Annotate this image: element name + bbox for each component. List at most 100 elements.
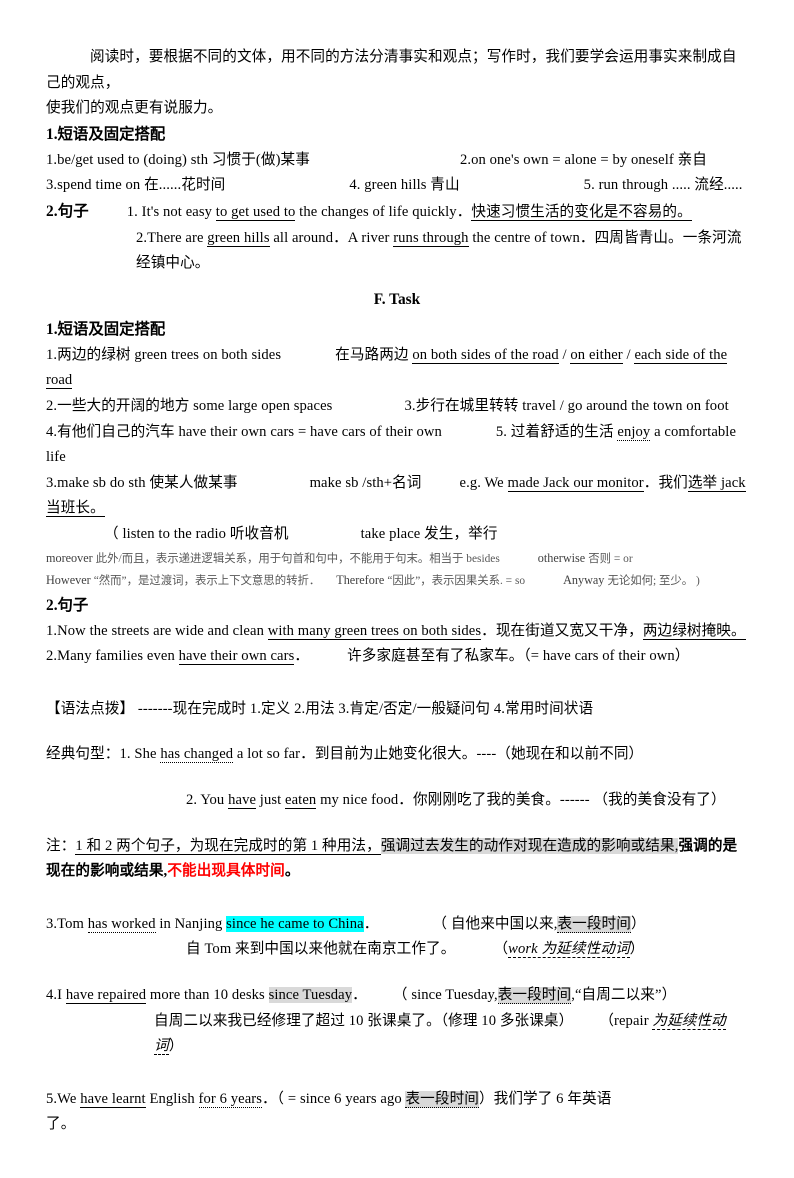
grammar-example-4: 4.I have repaired more than 10 desks sin… (46, 983, 748, 1009)
intro-line-1: 阅读时，要根据不同的文体，用不同的方法分清事实和观点；写作时，我们要学会运用事实… (46, 49, 737, 91)
task-phrases-heading: 1.短语及固定搭配 (46, 320, 166, 338)
grammar-ex1-pre: She (134, 746, 161, 763)
sentence-1-cn: 快速习惯生活的变化是不容易的。 (471, 203, 692, 221)
task-sentence-2-cn: 许多家庭甚至有了私家车。（= have cars of their own） (347, 648, 690, 665)
sentence-2-num: 2. (136, 229, 148, 246)
grammar-example-3-cn: 自 Tom 来到中国以来他就在南京工作了。 （work 为延续性动词） (186, 937, 748, 963)
task-line-4-c: e.g. We (459, 474, 508, 491)
ex5-u1: have learnt (80, 1090, 146, 1108)
task-sentence-1-pre: 1.Now the streets are wide and clean (46, 622, 268, 639)
section-a-sentence-2: 2.There are green hills all around．A riv… (136, 226, 748, 277)
ex4-post: ． (352, 987, 367, 1004)
connective-therefore: Therefore (336, 573, 388, 588)
section-a-phrase-row-1: 1.be/get used to (doing) sth 习惯于(做)某事 2.o… (46, 148, 748, 174)
note-highlight: 强调过去发生的动作对现在造成的影响或结果, (380, 837, 679, 854)
ex3-num: 3.Tom (46, 915, 88, 932)
task-line-1: 1.两边的绿树 green trees on both sides 在马路两边 o… (46, 343, 748, 394)
task-sentence-2-post: ． (294, 648, 310, 665)
connective-moreover-cn: 此外/而且，表示递进逻辑关系，用于句首和句中，不能用于句末。相当于 beside… (95, 552, 500, 565)
connective-however-cn: “然而”，是过渡词，表示上下文意思的转折． (93, 575, 321, 588)
ex3-cn-paren-open: （ (493, 941, 509, 958)
grammar-example-4-cn: 自周二以来我已经修理了超过 10 张课桌了。（修理 10 多张课桌） （repai… (154, 1009, 748, 1060)
task-line-2-right: 3.步行在城里转转 travel / go around the town on… (404, 397, 729, 414)
grammar-ex1-post: a lot so far．到目前为止她变化很大。----（她现在和以前不同） (233, 746, 644, 763)
grammar-ex1-u1: has changed (160, 746, 234, 764)
task-sentence-1: 1.Now the streets are wide and clean wit… (46, 619, 748, 645)
sentence-1-pre: It's not easy (141, 203, 216, 220)
sentence-2-pre: There are (147, 229, 208, 246)
task-line-3-left: 4.有他们自己的汽车 have their own cars = have ca… (46, 423, 442, 440)
intro-line-2: 使我们的观点更有说服力。 (46, 100, 223, 117)
ex3-paren-open: （ 自他来中国以来, (432, 915, 558, 932)
ex3-cn-italic: work 为延续性动词 (508, 941, 630, 959)
ex5-post: ．（ = since 6 years ago (262, 1090, 406, 1107)
grammar-ex1-num: 1. (119, 746, 135, 763)
section-a-heading: 1.短语及固定搭配 (46, 125, 166, 143)
ex3-paren-close: ） (630, 915, 646, 932)
task-sentence-1-u2: 两边绿树掩映。 (642, 622, 746, 640)
phrase-1-left: 1.be/get used to (doing) sth 习惯于(做)某事 (46, 151, 310, 168)
sentence-1-underline: to get used to (215, 203, 296, 221)
grammar-example-3: 3.Tom has worked in Nanjing since he cam… (46, 912, 748, 938)
ex4-paren-mid: ,“自周二以来 (571, 987, 655, 1004)
task-line-2-left: 2.一些大的开阔的地方 some large open spaces (46, 397, 333, 414)
connective-moreover: moreover (46, 550, 96, 565)
connective-however: However (46, 573, 94, 588)
ex3-gray-highlight: 表一段时间 (557, 915, 631, 933)
grammar-header: 【语法点拨】 -------现在完成时 1.定义 2.用法 3.肯定/否定/一般… (46, 700, 594, 717)
grammar-example-5: 5.We have learnt English for 6 years．（ =… (46, 1087, 748, 1113)
ex5-paren-close: ）我们学了 6 年英语 (478, 1090, 612, 1107)
section-a-sentences-heading: 2.句子 (46, 202, 89, 220)
document-page: 阅读时，要根据不同的文体，用不同的方法分清事实和观点；写作时，我们要学会运用事实… (0, 0, 794, 1178)
ex4-u1: have repaired (65, 987, 147, 1005)
task-sentence-2: 2.Many families even have their own cars… (46, 644, 748, 670)
sentence-2-underline-2: runs through (393, 229, 469, 247)
task-line-1-u1: on both sides of the road (412, 346, 559, 364)
sentence-1-num: 1. (126, 203, 142, 220)
task-line-1-cn: 1.两边的绿树 green trees on both sides (46, 346, 282, 363)
ex5-u2: for 6 years (198, 1090, 263, 1108)
ex4-gray-highlight-1: since Tuesday (268, 987, 353, 1004)
ex3-cyan-highlight: since he came to China (226, 915, 364, 932)
ex4-mid: more than 10 desks (146, 987, 269, 1004)
classic-sentence-label: 经典句型： (46, 746, 120, 763)
connective-otherwise: otherwise (537, 550, 589, 565)
grammar-ex2-post: my nice food．你刚刚吃了我的美食。------ （我的美食没有了） (316, 792, 726, 809)
ex5-num: 5.We (46, 1090, 81, 1107)
grammar-ex2-mid: just (256, 792, 286, 809)
ex3-cn-line: 自 Tom 来到中国以来他就在南京工作了。 (186, 941, 456, 958)
grammar-ex2-u1: have (228, 792, 257, 810)
ex5-gray-highlight: 表一段时间 (405, 1090, 479, 1108)
task-line-1-sep1: / (558, 346, 571, 363)
task-line-3: 4.有他们自己的汽车 have their own cars = have ca… (46, 420, 748, 471)
task-line-4-d: ．我们 (643, 474, 688, 491)
ex4-gray-highlight-2: 表一段时间 (497, 987, 572, 1005)
phrase-2-mid: 4. green hills 青山 (349, 177, 460, 194)
task-title: F. Task (373, 290, 421, 308)
phrase-2-left: 3.spend time on 在......花时间 (46, 177, 226, 194)
ex3-u1: has worked (87, 915, 156, 933)
note-end: 。 (284, 863, 300, 880)
task-line-1-u2: on either (570, 346, 623, 364)
ex3-cn-paren-close: ） (629, 941, 645, 958)
section-a-phrase-row-2: 3.spend time on 在......花时间 4. green hills… (46, 173, 748, 199)
task-line-4-b: make sb /sth+名词 (309, 474, 422, 491)
phrase-2-right: 5. run through ..... 流经..... (583, 177, 743, 194)
sentence-2-underline-1: green hills (207, 229, 270, 247)
connective-otherwise-cn: 否则 = or (588, 552, 633, 565)
grammar-example-2: 2. You have just eaten my nice food．你刚刚吃… (186, 788, 748, 814)
task-line-1-sep2: / (622, 346, 635, 363)
ex4-cn-paren-open: （repair (599, 1012, 653, 1029)
grammar-ex2-pre: You (200, 792, 229, 809)
ex4-paren-close: ”） (655, 987, 677, 1004)
task-line-4: 3.make sb do sth 使某人做某事 make sb /sth+名词 e.… (46, 471, 748, 522)
ex4-cn-line: 自周二以来我已经修理了超过 10 张课桌了。（修理 10 多张课桌） (154, 1012, 574, 1029)
note-underlined: 1 和 2 两个句子，为现在完成时的第 1 种用法， (75, 837, 381, 855)
task-sentences-heading: 2.句子 (46, 596, 89, 614)
task-line-1-mid: 在马路两边 (335, 346, 413, 363)
sentence-1-mid: the changes of life quickly． (295, 203, 472, 220)
ex3-mid: in Nanjing (155, 915, 227, 932)
grammar-example-1: 经典句型：1. She has changed a lot so far．到目前… (46, 742, 748, 768)
task-sentence-1-mid: ．现在街道又宽又干净， (481, 622, 643, 639)
grammar-ex2-u2: eaten (285, 792, 317, 810)
